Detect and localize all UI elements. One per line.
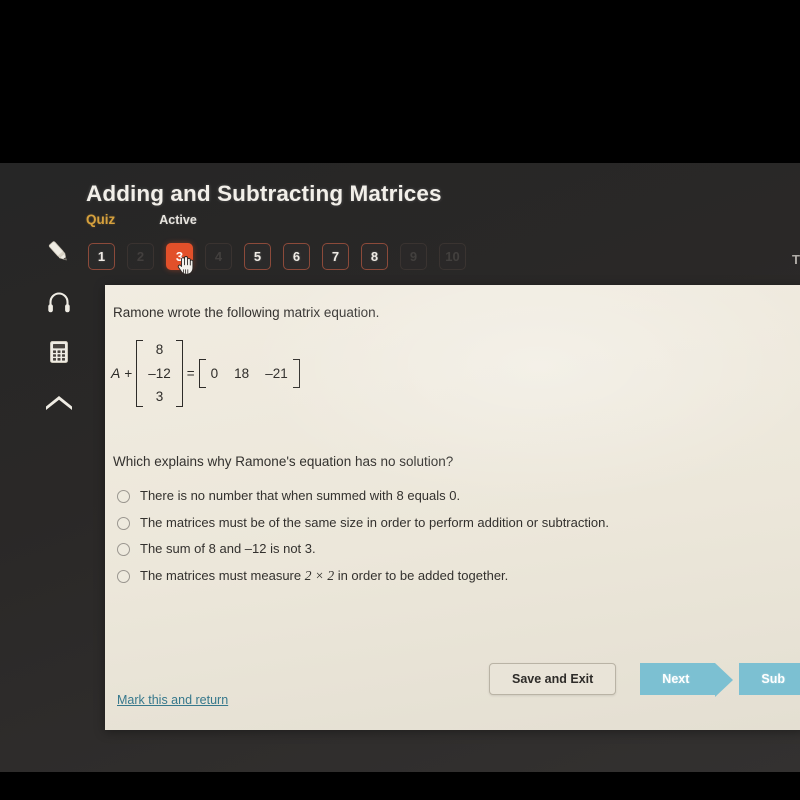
matrix-cell: 0 <box>210 365 219 381</box>
question-content-panel: Ramone wrote the following matrix equati… <box>105 285 800 730</box>
question-pill-7[interactable]: 7 <box>322 243 349 270</box>
equation-plus-operator: + <box>124 365 133 381</box>
save-and-exit-button[interactable]: Save and Exit <box>489 663 617 695</box>
option-row[interactable]: There is no number that when summed with… <box>117 488 777 504</box>
equation-equals-operator: = <box>186 365 195 381</box>
next-button[interactable]: Next <box>640 663 734 697</box>
pill-label: 5 <box>253 249 262 264</box>
question-navigator[interactable]: 1 2 3 4 5 6 7 8 9 10 <box>88 243 466 275</box>
equation-variable: A <box>111 365 121 382</box>
question-pill-3-current[interactable]: 3 <box>166 243 194 275</box>
matrix-cell: –21 <box>265 365 288 381</box>
footer-button-bar: Save and Exit Next Sub <box>489 663 800 697</box>
row-matrix-bracket: 0 18 –21 <box>198 358 301 388</box>
pill-label: 8 <box>370 249 379 264</box>
option-text-before: The matrices must measure <box>140 567 305 583</box>
prompt-text: Ramone wrote the following matrix equati… <box>113 305 380 320</box>
option-label: The sum of 8 and –12 is not 3. <box>140 541 316 557</box>
column-matrix-bracket: 8 –12 3 <box>135 340 184 407</box>
pill-label: 4 <box>214 249 223 264</box>
pencil-icon <box>48 241 67 261</box>
question-pill-5[interactable]: 5 <box>244 243 271 270</box>
status-badge: Active <box>159 213 197 227</box>
quiz-label: Quiz <box>86 212 116 227</box>
highlighter-tool-button[interactable] <box>36 229 82 275</box>
screen-photo: Adding and Subtracting Matrices Quiz Act… <box>0 0 800 800</box>
pill-label: 7 <box>331 249 340 264</box>
question-pill-8[interactable]: 8 <box>361 243 388 270</box>
question-pill-4[interactable]: 4 <box>205 243 232 270</box>
matrix-cell: 8 <box>155 342 164 357</box>
question-pill-2[interactable]: 2 <box>127 243 154 270</box>
pill-label: 1 <box>97 249 106 264</box>
answer-options: There is no number that when summed with… <box>117 488 777 595</box>
radio-button-option-1[interactable] <box>117 490 130 503</box>
subheader: Quiz Active <box>86 212 786 227</box>
pill-label: 3 <box>175 249 184 264</box>
screen-area: Adding and Subtracting Matrices Quiz Act… <box>0 163 800 772</box>
headphones-icon <box>48 292 70 313</box>
option-math-expression: 2 × 2 <box>304 567 335 583</box>
radio-button-option-4[interactable] <box>117 569 130 583</box>
audio-tool-button[interactable] <box>36 279 82 325</box>
arrow-up-icon <box>46 396 72 410</box>
page-title: Adding and Subtracting Matrices <box>86 181 442 206</box>
option-text-after: in order to be added together. <box>334 567 509 583</box>
submit-button[interactable]: Sub <box>739 663 800 695</box>
letterbox-top <box>0 0 800 163</box>
pill-label: 10 <box>445 249 460 264</box>
right-edge-cut-label: T <box>792 252 800 267</box>
question-pill-1[interactable]: 1 <box>88 243 115 270</box>
radio-button-option-2[interactable] <box>117 516 130 530</box>
pill-label: 2 <box>136 249 145 264</box>
pill-label: 9 <box>409 249 418 264</box>
tool-rail <box>36 229 82 429</box>
option-row[interactable]: The matrices must be of the same size in… <box>117 515 777 531</box>
question-pill-6[interactable]: 6 <box>283 243 310 270</box>
matrix-equation: A + 8 –12 3 = 0 18 –21 <box>111 340 301 407</box>
calculator-icon <box>50 341 68 363</box>
matrix-cell: 3 <box>155 389 164 404</box>
option-label: The matrices must be of the same size in… <box>140 514 609 530</box>
option-row[interactable]: The sum of 8 and –12 is not 3. <box>117 541 777 557</box>
header: Adding and Subtracting Matrices Quiz Act… <box>86 181 786 227</box>
mark-this-and-return-link[interactable]: Mark this and return <box>117 693 228 707</box>
question-pill-9[interactable]: 9 <box>400 243 427 270</box>
option-label: There is no number that when summed with… <box>140 488 461 503</box>
calculator-tool-button[interactable] <box>36 329 82 375</box>
option-label: The matrices must measure 2 × 2 in order… <box>140 568 508 584</box>
radio-button-option-3[interactable] <box>117 543 130 557</box>
row-matrix: 0 18 –21 <box>207 359 292 388</box>
letterbox-bottom <box>0 772 800 800</box>
pill-label: 6 <box>292 249 301 264</box>
option-row[interactable]: The matrices must measure 2 × 2 in order… <box>117 568 777 584</box>
scroll-up-tool-button[interactable] <box>36 379 82 425</box>
question-pill-10[interactable]: 10 <box>439 243 466 270</box>
matrix-cell: –12 <box>148 365 171 381</box>
column-matrix: 8 –12 3 <box>144 340 175 407</box>
question-text: Which explains why Ramone's equation has… <box>113 454 454 469</box>
matrix-cell: 18 <box>234 365 250 381</box>
